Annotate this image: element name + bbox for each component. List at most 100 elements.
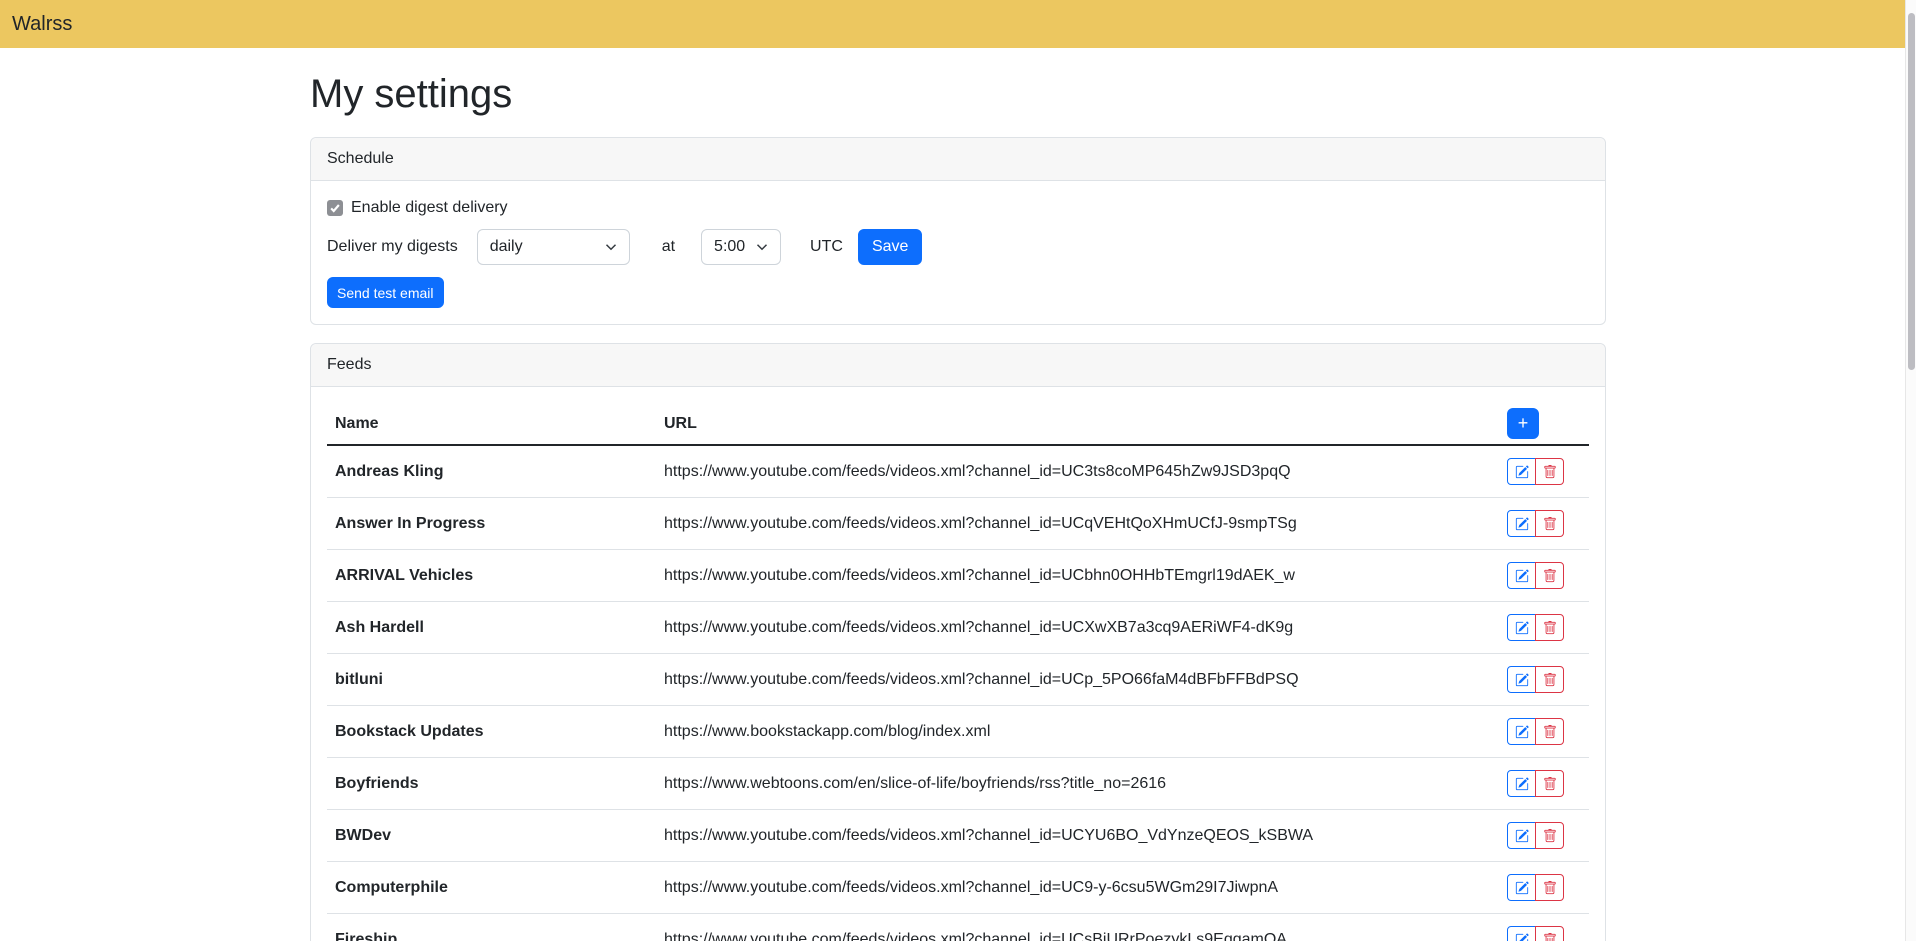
deliver-digests-label: Deliver my digests [327,238,458,256]
feed-actions [1507,666,1564,693]
edit-feed-button[interactable] [1507,614,1536,641]
send-test-email-button[interactable]: Send test email [327,277,444,308]
pencil-square-icon [1515,881,1529,895]
at-label: at [662,238,675,256]
edit-feed-button[interactable] [1507,510,1536,537]
main-container: My settings Schedule Enable digest deliv… [298,70,1618,941]
scrollbar-thumb[interactable] [1908,13,1915,370]
edit-feed-button[interactable] [1507,770,1536,797]
feed-actions [1507,770,1564,797]
feed-name: ARRIVAL Vehicles [327,550,656,602]
url-column-header: URL [656,403,1499,445]
delete-feed-button[interactable] [1535,562,1564,589]
save-button[interactable]: Save [858,229,922,265]
brand-link[interactable]: Walrss [12,13,72,36]
feed-name: Answer In Progress [327,498,656,550]
delete-feed-button[interactable] [1535,770,1564,797]
trash-icon [1543,517,1557,531]
feed-actions [1507,614,1564,641]
frequency-select[interactable]: daily [477,229,630,265]
pencil-square-icon [1515,673,1529,687]
digest-enabled-checkbox[interactable] [327,200,343,216]
schedule-card-body: Enable digest delivery Deliver my digest… [311,181,1605,324]
pencil-square-icon [1515,621,1529,635]
feed-url: https://www.youtube.com/feeds/videos.xml… [656,654,1499,706]
delivery-controls-row: Deliver my digests daily at 5:00 UTC Sav… [327,229,1589,265]
feeds-card-header: Feeds [311,344,1605,387]
actions-column-header: + [1499,403,1589,445]
table-row: Answer In Progress https://www.youtube.c… [327,498,1589,550]
time-select[interactable]: 5:00 [701,229,781,265]
trash-icon [1543,777,1557,791]
trash-icon [1543,621,1557,635]
check-icon [329,202,341,214]
frequency-value: daily [490,238,523,256]
feed-name: BWDev [327,810,656,862]
table-row: Computerphile https://www.youtube.com/fe… [327,862,1589,914]
feed-url: https://www.youtube.com/feeds/videos.xml… [656,602,1499,654]
feed-actions [1507,510,1564,537]
table-row: Boyfriends https://www.webtoons.com/en/s… [327,758,1589,810]
table-row: Ash Hardell https://www.youtube.com/feed… [327,602,1589,654]
edit-feed-button[interactable] [1507,562,1536,589]
delete-feed-button[interactable] [1535,666,1564,693]
feeds-card: Feeds Name URL + Andreas Kling https://w… [310,343,1606,941]
feed-actions [1507,926,1564,941]
pencil-square-icon [1515,777,1529,791]
table-row: BWDev https://www.youtube.com/feeds/vide… [327,810,1589,862]
delete-feed-button[interactable] [1535,874,1564,901]
name-column-header: Name [327,403,656,445]
enable-digest-label[interactable]: Enable digest delivery [351,199,508,217]
delete-feed-button[interactable] [1535,510,1564,537]
timezone-label: UTC [810,238,843,256]
feed-actions [1507,822,1564,849]
pencil-square-icon [1515,569,1529,583]
feed-name: Fireship [327,914,656,941]
table-row: Fireship https://www.youtube.com/feeds/v… [327,914,1589,941]
enable-digest-row: Enable digest delivery [327,199,1589,217]
edit-feed-button[interactable] [1507,926,1536,941]
delete-feed-button[interactable] [1535,614,1564,641]
trash-icon [1543,881,1557,895]
feed-name: Ash Hardell [327,602,656,654]
feed-actions [1507,874,1564,901]
feed-url: https://www.youtube.com/feeds/videos.xml… [656,550,1499,602]
table-row: Bookstack Updates https://www.bookstacka… [327,706,1589,758]
page-scrollbar[interactable] [1905,0,1916,941]
feed-actions [1507,718,1564,745]
chevron-down-icon [756,241,768,253]
trash-icon [1543,673,1557,687]
pencil-square-icon [1515,517,1529,531]
pencil-square-icon [1515,829,1529,843]
feeds-table-header-row: Name URL + [327,403,1589,445]
page-title: My settings [310,70,1606,118]
feed-url: https://www.youtube.com/feeds/videos.xml… [656,445,1499,498]
trash-icon [1543,829,1557,843]
edit-feed-button[interactable] [1507,822,1536,849]
delete-feed-button[interactable] [1535,458,1564,485]
feed-actions [1507,458,1564,485]
feed-url: https://www.youtube.com/feeds/videos.xml… [656,862,1499,914]
feed-url: https://www.youtube.com/feeds/videos.xml… [656,498,1499,550]
feed-name: Andreas Kling [327,445,656,498]
delete-feed-button[interactable] [1535,822,1564,849]
schedule-card-header: Schedule [311,138,1605,181]
table-row: bitluni https://www.youtube.com/feeds/vi… [327,654,1589,706]
edit-feed-button[interactable] [1507,666,1536,693]
trash-icon [1543,725,1557,739]
table-row: ARRIVAL Vehicles https://www.youtube.com… [327,550,1589,602]
feed-name: Bookstack Updates [327,706,656,758]
delete-feed-button[interactable] [1535,718,1564,745]
delete-feed-button[interactable] [1535,926,1564,941]
feed-name: Computerphile [327,862,656,914]
edit-feed-button[interactable] [1507,874,1536,901]
chevron-down-icon [605,241,617,253]
add-feed-button[interactable]: + [1507,408,1539,439]
feeds-card-body: Name URL + Andreas Kling https://www.you… [311,387,1605,941]
navbar: Walrss [0,0,1916,48]
pencil-square-icon [1515,933,1529,941]
feed-url: https://www.youtube.com/feeds/videos.xml… [656,914,1499,941]
pencil-square-icon [1515,725,1529,739]
edit-feed-button[interactable] [1507,458,1536,485]
edit-feed-button[interactable] [1507,718,1536,745]
